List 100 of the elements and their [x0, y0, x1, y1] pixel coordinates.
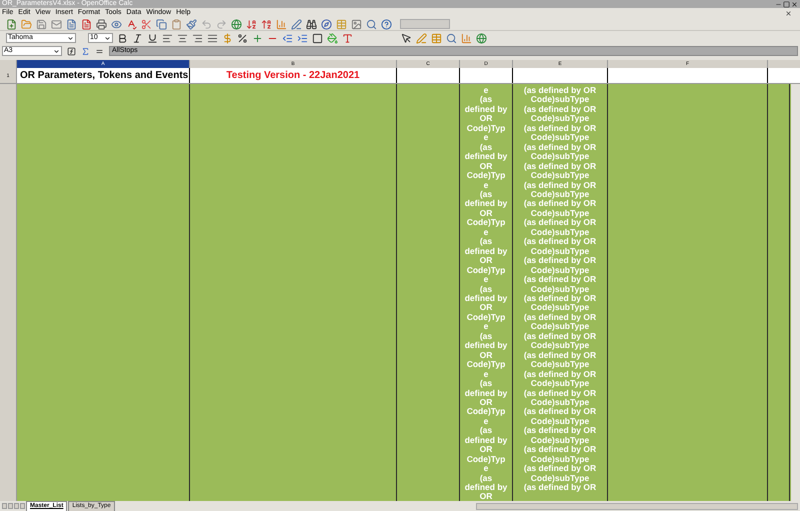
- cell-text-line: e: [484, 370, 488, 380]
- cell-text-line: OR: [480, 303, 492, 313]
- new-document-icon[interactable]: [6, 18, 17, 30]
- decrease-indent-icon[interactable]: [282, 32, 293, 44]
- cell-text-line: Code)subType: [530, 322, 590, 332]
- cell-text-line: (as defined by OR: [524, 162, 596, 171]
- align-left-icon[interactable]: [162, 32, 173, 44]
- cell-text-line: OR: [480, 162, 492, 172]
- align-right-icon[interactable]: [192, 32, 203, 44]
- cell-text-line: (as defined by OR: [524, 483, 596, 492]
- mail-icon[interactable]: [51, 18, 62, 30]
- cell-text-line: OR: [480, 256, 492, 266]
- cell-text-line: (as defined by OR: [524, 312, 596, 322]
- cell-text-line: Code)subType: [530, 171, 590, 181]
- table-icon[interactable]: [336, 18, 347, 30]
- cell-text-line: OR: [480, 208, 492, 218]
- help-icon[interactable]: [381, 18, 392, 30]
- table-cell-text: OR Parameters, Tokens and Events: [19, 69, 188, 83]
- sort-descending-icon[interactable]: [261, 18, 272, 30]
- cell-text-line: (as defined by OR: [524, 275, 596, 285]
- pointer-icon[interactable]: [401, 32, 412, 44]
- compass-icon[interactable]: [321, 18, 332, 30]
- table-icon[interactable]: [431, 32, 442, 44]
- increase-indent-icon[interactable]: [297, 32, 308, 44]
- pen-icon[interactable]: [291, 18, 302, 30]
- function-icon[interactable]: [67, 46, 76, 56]
- italic-icon[interactable]: [132, 32, 143, 44]
- zoom-icon[interactable]: [446, 32, 457, 44]
- cell-text-line: OR: [480, 398, 492, 408]
- cell-text-line: e: [484, 86, 488, 96]
- vertical-scrollbar[interactable]: [791, 84, 800, 501]
- font-color-icon[interactable]: [342, 32, 353, 44]
- cell-text-line: e: [484, 464, 488, 474]
- cell-text-line: Code)subType: [530, 474, 590, 483]
- chart-icon[interactable]: [276, 18, 287, 30]
- save-icon[interactable]: [36, 18, 47, 30]
- spellcheck-icon[interactable]: [126, 18, 137, 30]
- cell-text-line: Code)subType: [530, 95, 590, 105]
- globe-icon[interactable]: [476, 32, 487, 44]
- cell-text-line: (as defined by OR: [524, 370, 596, 379]
- cell-text-line: Code)Typ: [466, 171, 506, 181]
- sum-icon[interactable]: [81, 46, 90, 56]
- cell-text-line: defined by: [464, 388, 508, 398]
- cell-text-line: Code)subType: [530, 114, 590, 124]
- cell-text-line: (as defined by OR: [524, 180, 596, 190]
- cell-text-line: (as defined by OR: [524, 256, 596, 266]
- cell-text-line: defined by: [464, 199, 508, 209]
- chart-icon[interactable]: [461, 32, 472, 44]
- folder-icon[interactable]: [21, 18, 32, 30]
- cell-text-line: (as defined by OR: [524, 124, 596, 134]
- cell-text-line: (as defined by OR: [524, 104, 596, 114]
- cell-text-line: Code)Typ: [466, 266, 506, 276]
- cell-text-line: OR: [480, 350, 492, 360]
- border-icon[interactable]: [312, 32, 323, 44]
- justify-icon[interactable]: [207, 32, 218, 44]
- align-center-icon[interactable]: [177, 32, 188, 44]
- preview-icon[interactable]: [111, 18, 122, 30]
- binoculars-icon[interactable]: [306, 18, 317, 30]
- cell-text-line: defined by: [464, 483, 508, 492]
- image-icon[interactable]: [351, 18, 362, 30]
- cell-text-line: (as defined by OR: [524, 294, 596, 304]
- cell-text-line: Code)Typ: [466, 360, 506, 370]
- cell-text-line: defined by: [464, 341, 508, 351]
- clipboard-icon[interactable]: [171, 18, 182, 30]
- cell-text-line: Code)subType: [530, 190, 590, 200]
- cell-text-line: (as defined by OR: [524, 218, 596, 228]
- search-icon[interactable]: [366, 18, 377, 30]
- cell-text-line: (as: [480, 190, 492, 200]
- search-field[interactable]: [400, 19, 450, 29]
- paintbrush-icon[interactable]: [186, 18, 197, 30]
- cell-text-line: defined by: [464, 152, 508, 162]
- bold-icon[interactable]: [117, 32, 128, 44]
- fill-color-icon[interactable]: [327, 32, 338, 44]
- cell-text-line: defined by: [464, 104, 508, 114]
- underline-icon[interactable]: [147, 32, 158, 44]
- percent-icon[interactable]: [237, 32, 248, 44]
- pen-icon[interactable]: [416, 32, 427, 44]
- copy-icon[interactable]: [156, 18, 167, 30]
- cell-text-line: Code)Typ: [466, 454, 506, 464]
- cell-text-line: (as defined by OR: [524, 426, 596, 436]
- maximize-icon[interactable]: [783, 0, 790, 8]
- add-decimal-icon[interactable]: [252, 32, 263, 44]
- cell-text-line: OR: [480, 114, 492, 124]
- cell-text-line: Code)subType: [530, 416, 590, 426]
- horizontal-scrollbar[interactable]: [476, 502, 798, 510]
- pdf-icon[interactable]: [81, 18, 92, 30]
- cell-text-line: (as defined by OR: [524, 199, 596, 209]
- cell-text-line: (as: [480, 474, 492, 483]
- currency-icon[interactable]: [222, 32, 233, 44]
- sort-ascending-icon[interactable]: [246, 18, 257, 30]
- cell-text-line: Code)subType: [530, 266, 590, 275]
- close-icon[interactable]: [791, 0, 798, 8]
- printer-icon[interactable]: [96, 18, 107, 30]
- cell-text-line: (as: [480, 426, 492, 436]
- cell-text-line: (as defined by OR: [524, 407, 596, 417]
- close-icon[interactable]: [785, 10, 792, 16]
- document-icon[interactable]: [66, 18, 77, 30]
- cell-text-line: (as: [480, 95, 492, 105]
- cell-text-line: (as defined by OR: [524, 86, 596, 96]
- cell-text-line: e: [484, 416, 488, 426]
